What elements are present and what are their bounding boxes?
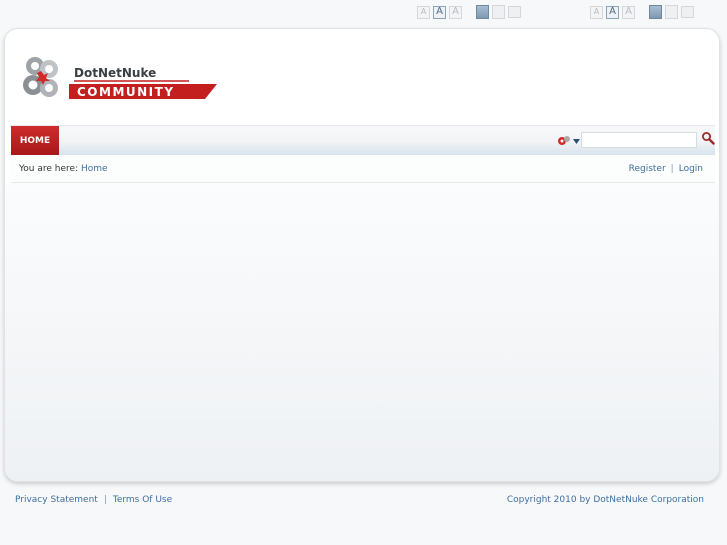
width-narrow-button[interactable]	[649, 5, 662, 19]
footer-links: Privacy Statement | Terms Of Use	[15, 495, 172, 505]
main-navigation: HOME	[11, 125, 715, 156]
font-size-small-button[interactable]: A	[590, 5, 603, 19]
width-narrow-button[interactable]	[476, 5, 489, 19]
register-link[interactable]: Register	[629, 164, 666, 174]
logo-text-bottom: COMMUNITY	[77, 85, 175, 99]
font-size-large-button[interactable]: A	[449, 5, 462, 19]
privacy-statement-link[interactable]: Privacy Statement	[15, 495, 98, 505]
width-wide-button[interactable]	[681, 6, 694, 18]
width-medium-button[interactable]	[665, 5, 678, 19]
width-wide-button[interactable]	[508, 6, 521, 18]
width-medium-button[interactable]	[492, 5, 505, 19]
copyright-text: Copyright 2010 by DotNetNuke Corporation	[506, 495, 704, 505]
main-panel: DotNetNuke COMMUNITY HOME You are here: …	[4, 28, 720, 482]
logo-text-top: DotNetNuke	[74, 66, 156, 80]
skin-controls-left: A A A	[417, 5, 521, 19]
chevron-down-icon	[573, 138, 580, 144]
search-icon[interactable]	[701, 131, 715, 145]
terms-of-use-link[interactable]: Terms Of Use	[113, 495, 172, 505]
search-type-selector[interactable]	[557, 135, 581, 147]
font-size-medium-button[interactable]: A	[606, 5, 619, 19]
content-pane	[5, 183, 719, 481]
skin-controls-right: A A A	[590, 5, 694, 19]
breadcrumb-label: You are here:	[19, 164, 79, 174]
logo-emblem-icon	[23, 57, 58, 97]
nav-item-home[interactable]: HOME	[11, 126, 59, 156]
search-input[interactable]	[581, 132, 697, 148]
dotnetnuke-community-logo[interactable]: DotNetNuke COMMUNITY	[19, 49, 219, 104]
footer-separator: |	[103, 495, 107, 505]
dnn-search-type-icon	[558, 136, 570, 145]
font-size-small-button[interactable]: A	[417, 5, 430, 19]
font-size-medium-button[interactable]: A	[433, 5, 446, 19]
auth-separator: |	[670, 164, 674, 174]
user-links: Register | Login	[629, 164, 703, 174]
breadcrumb: You are here: Home Register | Login	[11, 155, 715, 183]
font-size-large-button[interactable]: A	[622, 5, 635, 19]
breadcrumb-item-home[interactable]: Home	[81, 164, 108, 174]
login-link[interactable]: Login	[679, 164, 703, 174]
